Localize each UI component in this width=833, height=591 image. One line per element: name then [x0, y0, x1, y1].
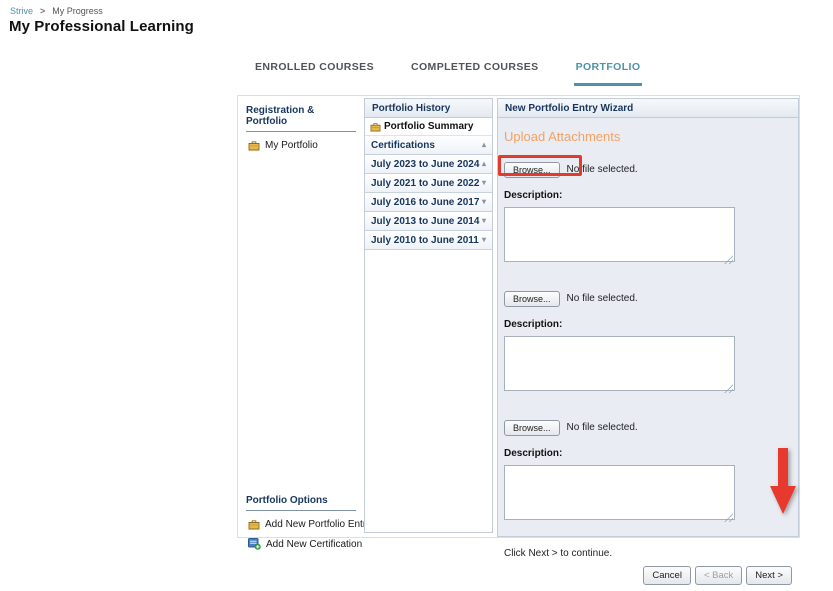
accordion-label: July 2013 to June 2014	[371, 216, 479, 227]
tab-enrolled-courses[interactable]: ENROLLED COURSES	[253, 59, 376, 86]
certification-add-icon	[248, 538, 261, 550]
upload-block-3: Browse... No file selected. Description:	[504, 419, 792, 525]
navigation-column: Registration & Portfolio My Portfolio Po…	[238, 96, 364, 537]
expand-arrow-icon: ▾	[482, 217, 486, 225]
accordion-2023-2024[interactable]: July 2023 to June 2024 ▴	[365, 155, 492, 174]
collapse-arrow-icon: ▴	[482, 160, 486, 168]
add-new-certification-link[interactable]: Add New Certification	[248, 538, 360, 550]
wizard-hint-text: Click Next > to continue.	[504, 548, 792, 559]
add-new-portfolio-entry-label: Add New Portfolio Entry	[265, 519, 371, 530]
browse-button-1[interactable]: Browse...	[504, 162, 560, 178]
description-field-wrap	[504, 465, 735, 525]
portfolio-options-header: Portfolio Options	[246, 495, 356, 511]
portfolio-summary-item[interactable]: Portfolio Summary	[365, 118, 492, 136]
accordion-label: July 2016 to June 2017	[371, 197, 479, 208]
portfolio-gold-icon	[248, 519, 260, 530]
no-file-selected-text: No file selected.	[567, 422, 638, 433]
description-textarea-3[interactable]	[504, 465, 735, 520]
accordion-2021-2022[interactable]: July 2021 to June 2022 ▾	[365, 174, 492, 193]
cancel-button[interactable]: Cancel	[643, 566, 691, 585]
upload-block-1: Browse... No file selected. Description:	[504, 161, 792, 267]
accordion-label: July 2010 to June 2011	[371, 235, 479, 246]
browse-button-2[interactable]: Browse...	[504, 291, 560, 307]
portfolio-history-header: Portfolio History	[365, 99, 492, 118]
file-input-row-2: Browse... No file selected.	[504, 290, 792, 307]
portfolio-summary-label: Portfolio Summary	[384, 121, 473, 132]
portfolio-gold-icon	[370, 122, 381, 132]
sidebar-item-my-portfolio[interactable]: My Portfolio	[248, 140, 360, 151]
no-file-selected-text: No file selected.	[567, 293, 638, 304]
expand-arrow-icon: ▾	[482, 198, 486, 206]
accordion-2010-2011[interactable]: July 2010 to June 2011 ▾	[365, 231, 492, 250]
accordion-label: Certifications	[371, 140, 435, 151]
expand-arrow-icon: ▾	[482, 179, 486, 187]
sidebar-item-label: My Portfolio	[265, 140, 318, 151]
description-label-1: Description:	[504, 190, 792, 201]
chevron-right-icon: >	[40, 6, 45, 16]
portfolio-options-section: Portfolio Options Add New Portfolio Entr…	[238, 486, 364, 550]
next-button[interactable]: Next >	[746, 566, 792, 585]
upload-block-2: Browse... No file selected. Description:	[504, 290, 792, 396]
collapse-arrow-icon: ▴	[482, 141, 486, 149]
accordion-certifications[interactable]: Certifications ▴	[365, 136, 492, 155]
add-new-portfolio-entry-link[interactable]: Add New Portfolio Entry	[248, 519, 360, 530]
description-textarea-2[interactable]	[504, 336, 735, 391]
accordion-label: July 2023 to June 2024	[371, 159, 479, 170]
new-portfolio-entry-wizard: New Portfolio Entry Wizard Upload Attach…	[497, 98, 799, 537]
file-input-row-3: Browse... No file selected.	[504, 419, 792, 436]
back-button[interactable]: < Back	[695, 566, 742, 585]
registration-portfolio-header: Registration & Portfolio	[246, 105, 356, 132]
accordion-2016-2017[interactable]: July 2016 to June 2017 ▾	[365, 193, 492, 212]
accordion-label: July 2021 to June 2022	[371, 178, 479, 189]
expand-arrow-icon: ▾	[482, 236, 486, 244]
no-file-selected-text: No file selected.	[567, 164, 638, 175]
breadcrumb-current: My Progress	[52, 6, 103, 16]
description-label-3: Description:	[504, 448, 792, 459]
portfolio-workspace: Registration & Portfolio My Portfolio Po…	[237, 95, 800, 538]
portfolio-history-panel: Portfolio History Portfolio Summary Cert…	[364, 98, 493, 533]
tab-portfolio[interactable]: PORTFOLIO	[574, 59, 643, 86]
tab-completed-courses[interactable]: COMPLETED COURSES	[409, 59, 541, 86]
accordion-2013-2014[interactable]: July 2013 to June 2014 ▾	[365, 212, 492, 231]
page-title: My Professional Learning	[9, 18, 194, 35]
breadcrumb-home-link[interactable]: Strive	[10, 6, 33, 16]
add-new-certification-label: Add New Certification	[266, 539, 362, 550]
description-field-wrap	[504, 207, 735, 267]
description-textarea-1[interactable]	[504, 207, 735, 262]
wizard-header: New Portfolio Entry Wizard	[498, 99, 798, 118]
breadcrumb: Strive > My Progress	[10, 6, 103, 16]
upload-attachments-title: Upload Attachments	[504, 129, 792, 144]
file-input-row-1: Browse... No file selected.	[504, 161, 792, 178]
portfolio-gold-icon	[248, 140, 260, 151]
browse-button-3[interactable]: Browse...	[504, 420, 560, 436]
description-field-wrap	[504, 336, 735, 396]
wizard-button-row: Cancel < Back Next >	[504, 566, 792, 585]
description-label-2: Description:	[504, 319, 792, 330]
tab-bar: ENROLLED COURSES COMPLETED COURSES PORTF…	[253, 59, 642, 86]
wizard-body: Upload Attachments Browse... No file sel…	[498, 118, 798, 591]
